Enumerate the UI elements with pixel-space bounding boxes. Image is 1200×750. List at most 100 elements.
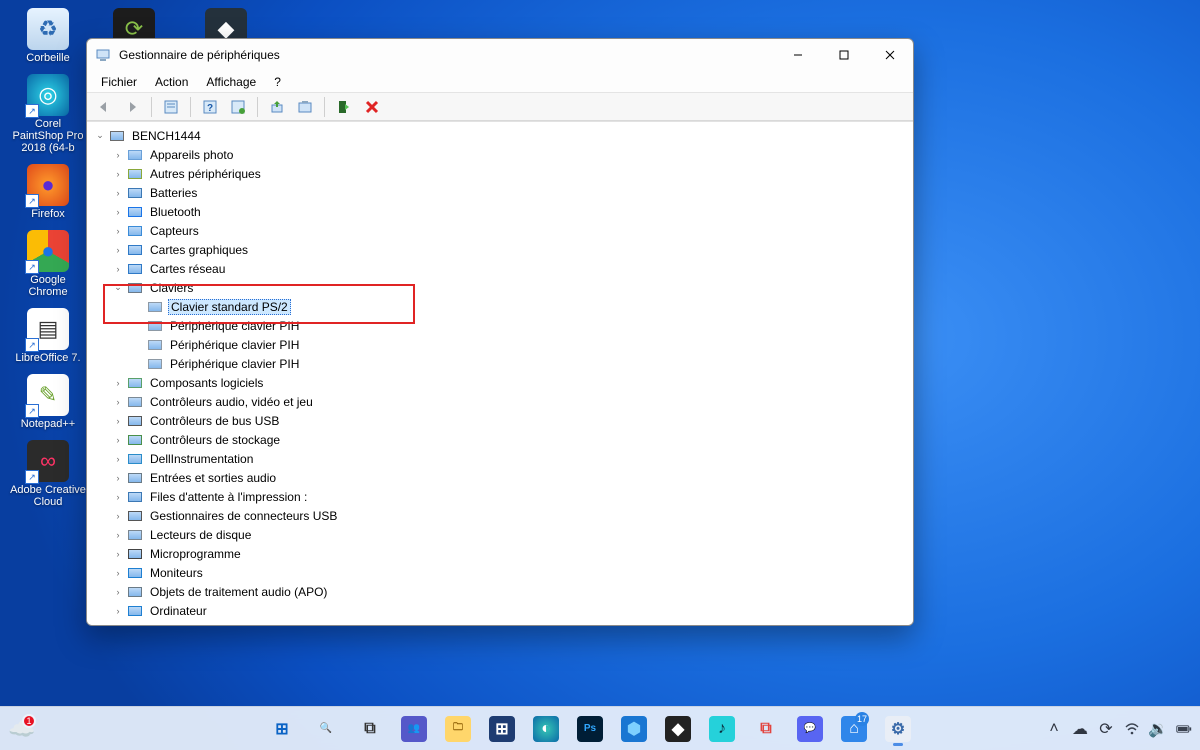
tree-row[interactable]: ›Appareils photo [91,145,913,164]
chevron-right-icon[interactable]: › [111,167,125,181]
device-manager-icon: ⚙ [885,716,911,742]
chevron-right-icon[interactable]: › [111,148,125,162]
chevron-right-icon[interactable]: › [111,452,125,466]
tree-row[interactable]: ›Cartes graphiques [91,240,913,259]
chevron-right-icon[interactable]: › [111,528,125,542]
taskbar-snip[interactable]: ⧉ [747,710,785,748]
tree-row[interactable]: ⌄Claviers [91,278,913,297]
tree-label: Gestionnaires de connecteurs USB [148,509,339,523]
weather-widget[interactable]: ☁️ 1 [8,716,35,742]
taskbar-app-cube[interactable]: ◆ [659,710,697,748]
tree-row[interactable]: Périphérique clavier PIH [91,335,913,354]
tree-row[interactable]: ›Autres périphériques [91,164,913,183]
tree-row[interactable]: ›Composants logiciels [91,373,913,392]
desktop-item[interactable]: ✎↗Notepad++ [10,374,86,430]
tree-row[interactable]: Périphérique clavier PIH [91,316,913,335]
tree-row[interactable]: ›Files d'attente à l'impression : [91,487,913,506]
chevron-right-icon[interactable]: › [111,376,125,390]
device-category-icon [127,584,143,600]
tree-row[interactable]: ⌄BENCH1444 [91,126,913,145]
enable-button[interactable] [333,96,355,118]
chevron-right-icon[interactable]: › [111,566,125,580]
chevron-right-icon[interactable]: › [111,262,125,276]
chevron-right-icon[interactable]: › [111,509,125,523]
desktop-item[interactable]: ◎↗Corel PaintShop Pro 2018 (64-b [10,74,86,154]
menu-item[interactable]: ? [266,73,289,91]
device-manager-window: Gestionnaire de périphériques FichierAct… [86,38,914,626]
menu-item[interactable]: Fichier [93,73,145,91]
update-driver-button[interactable] [266,96,288,118]
back-button[interactable] [93,96,115,118]
maximize-button[interactable] [821,39,867,71]
taskbar-edge[interactable]: ◐ [527,710,565,748]
taskbar-amazon-music[interactable]: ♪ [703,710,741,748]
chevron-down-icon[interactable]: ⌄ [93,129,107,143]
taskbar-photoshop[interactable]: Ps [571,710,609,748]
sync-icon[interactable]: ⟳ [1098,721,1114,737]
chevron-right-icon[interactable]: › [111,205,125,219]
tree-row[interactable]: › Gestionnaires de connecteurs USB [91,506,913,525]
tree-row[interactable]: ›Contrôleurs de bus USB [91,411,913,430]
taskbar-start[interactable]: ⊞ [263,710,301,748]
tree-label: Cartes réseau [148,262,227,276]
chevron-right-icon[interactable]: › [111,585,125,599]
forward-button[interactable] [121,96,143,118]
volume-icon[interactable]: 🔉 [1150,721,1166,737]
chevron-right-icon[interactable]: › [111,604,125,618]
tray-chevron-icon[interactable]: ˄ [1046,721,1062,737]
onedrive-icon[interactable]: ☁ [1072,721,1088,737]
desktop-item[interactable]: ▤↗LibreOffice 7. [10,308,86,364]
tree-row[interactable]: ›Entrées et sorties audio [91,468,913,487]
chevron-right-icon[interactable]: › [111,547,125,561]
chevron-right-icon[interactable]: › [111,471,125,485]
tree-row[interactable]: › Cartes réseau [91,259,913,278]
minimize-button[interactable] [775,39,821,71]
tree-row[interactable]: ›Lecteurs de disque [91,525,913,544]
uninstall-button[interactable] [294,96,316,118]
taskbar-device-manager[interactable]: ⚙ [879,710,917,748]
taskbar-app-blue[interactable]: ⌂17 [835,710,873,748]
menu-item[interactable]: Action [147,73,196,91]
tree-row[interactable]: Clavier standard PS/2 [91,297,913,316]
tree-row[interactable]: ›Contrôleurs de stockage [91,430,913,449]
taskbar-search[interactable]: 🔍 [307,710,345,748]
taskbar-discord[interactable]: 💬 [791,710,829,748]
tree-row[interactable]: ›DellInstrumentation [91,449,913,468]
taskbar-app-hex[interactable]: ⬢ [615,710,653,748]
desktop-item[interactable]: ♻Corbeille [10,8,86,64]
desktop-item[interactable]: ●↗Firefox [10,164,86,220]
chevron-right-icon[interactable]: › [111,490,125,504]
taskbar-explorer[interactable]: 🗀 [439,710,477,748]
taskbar-teams[interactable]: 👥 [395,710,433,748]
desktop-item[interactable]: ∞↗Adobe Creative Cloud [10,440,86,508]
tree-row[interactable]: ›Ordinateur [91,601,913,620]
tree-row[interactable]: ›Objets de traitement audio (APO) [91,582,913,601]
tree-row[interactable]: ›Capteurs [91,221,913,240]
desktop-item[interactable]: ●↗Google Chrome [10,230,86,298]
chevron-right-icon[interactable]: › [111,186,125,200]
chevron-right-icon[interactable]: › [111,243,125,257]
chevron-down-icon[interactable]: ⌄ [111,281,125,295]
tree-row[interactable]: ›Moniteurs [91,563,913,582]
taskbar-store[interactable]: ⊞ [483,710,521,748]
taskbar-taskview[interactable]: ⧉ [351,710,389,748]
tree-row[interactable]: ›Contrôleurs audio, vidéo et jeu [91,392,913,411]
tree-row[interactable]: ›Microprogramme [91,544,913,563]
tree-row[interactable]: ›Bluetooth [91,202,913,221]
help-button[interactable]: ? [199,96,221,118]
device-tree[interactable]: ⌄BENCH1444›Appareils photo›Autres périph… [87,122,913,625]
menu-item[interactable]: Affichage [198,73,264,91]
tree-row[interactable]: Périphérique clavier PIH [91,354,913,373]
scan-button[interactable] [227,96,249,118]
tree-row[interactable]: ›Batteries [91,183,913,202]
chevron-right-icon[interactable]: › [111,414,125,428]
chevron-right-icon[interactable]: › [111,433,125,447]
battery-icon[interactable] [1176,721,1192,737]
chevron-right-icon[interactable]: › [111,224,125,238]
titlebar[interactable]: Gestionnaire de périphériques [87,39,913,71]
properties-button[interactable] [160,96,182,118]
close-button[interactable] [867,39,913,71]
wifi-icon[interactable] [1124,721,1140,737]
disable-button[interactable] [361,96,383,118]
chevron-right-icon[interactable]: › [111,395,125,409]
